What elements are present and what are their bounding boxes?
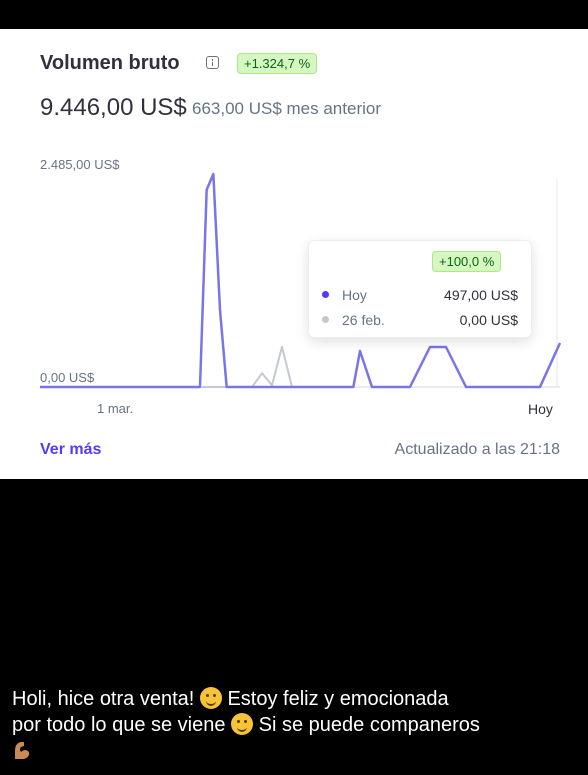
caption-line2b: Si se puede companeros — [258, 714, 480, 736]
tooltip-dot-previous — [322, 316, 329, 323]
hugging-face-icon — [199, 687, 222, 709]
tooltip-label-current: Hoy — [342, 287, 367, 303]
tooltip-change-badge: +100,0 % — [432, 251, 502, 272]
series-previous-line — [202, 345, 293, 388]
caption-line1a: Holi, hice otra venta! — [12, 688, 195, 710]
tooltip-value-previous: 0,00 US$ — [459, 312, 518, 328]
story-caption: Holi, hice otra venta! Estoy feliz y emo… — [12, 686, 582, 764]
caption-line2a: por todo lo que se viene — [12, 714, 226, 736]
gross-volume-card: Volumen bruto +1.324,7 % 9.446,00 US$ 66… — [0, 29, 588, 479]
see-more-link[interactable]: Ver más — [40, 441, 101, 459]
tooltip-value-current: 497,00 US$ — [444, 287, 518, 303]
caption-line1b: Estoy feliz y emocionada — [227, 688, 449, 710]
hugging-face-icon — [231, 713, 254, 735]
updated-timestamp: Actualizado a las 21:18 — [394, 441, 560, 458]
tooltip-dot-current — [322, 291, 329, 298]
tooltip-label-previous: 26 feb. — [342, 312, 385, 328]
flexed-biceps-icon — [12, 739, 32, 761]
